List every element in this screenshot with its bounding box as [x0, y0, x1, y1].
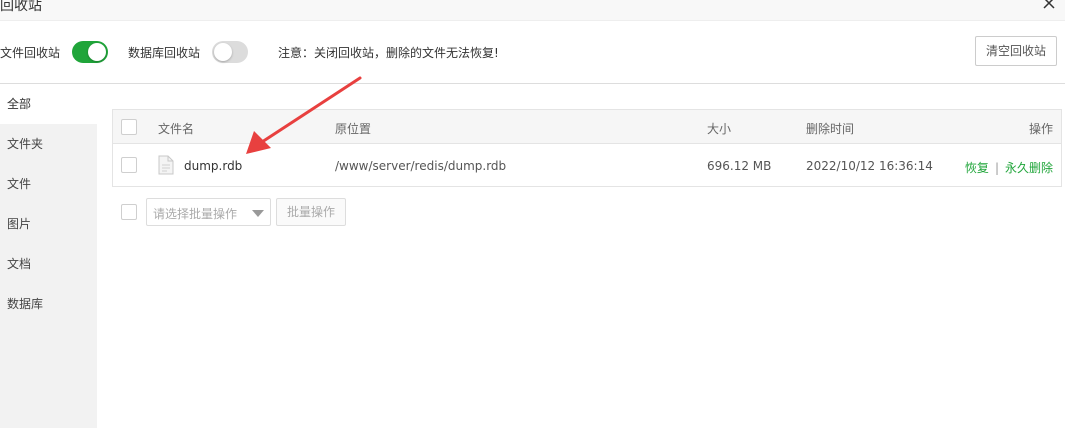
batch-operation-button[interactable]: 批量操作 — [276, 198, 346, 226]
table-row: dump.rdb /www/server/redis/dump.rdb 696.… — [113, 145, 1061, 186]
clear-recycle-button[interactable]: 清空回收站 — [975, 36, 1057, 66]
action-separator: | — [994, 161, 999, 175]
db-recycle-label: 数据库回收站 — [128, 46, 201, 60]
window-titlebar: 回收站 — [0, 0, 1065, 21]
sidebar-item-all[interactable]: 全部 — [0, 84, 97, 124]
row-actions: 恢复 | 永久删除 — [965, 159, 1053, 176]
file-recycle-label: 文件回收站 — [0, 46, 61, 60]
file-recycle-toggle[interactable] — [72, 41, 108, 63]
close-icon[interactable] — [1039, 0, 1059, 13]
file-delete-time: 2022/10/12 16:36:14 — [806, 159, 933, 173]
toggle-knob — [214, 43, 232, 61]
recycle-table: 文件名 原位置 大小 删除时间 操作 dump.rdb /www/server/… — [112, 109, 1062, 187]
recycle-notice: 注意：关闭回收站，删除的文件无法恢复! — [278, 46, 499, 60]
header-filename: 文件名 — [158, 122, 195, 136]
db-recycle-toggle[interactable] — [212, 41, 248, 63]
sidebar-item-image[interactable]: 图片 — [0, 204, 97, 244]
toggle-knob — [88, 43, 106, 61]
header-delete-time: 删除时间 — [806, 122, 855, 136]
header-size: 大小 — [707, 122, 732, 136]
header-location: 原位置 — [335, 122, 372, 136]
batch-operation-bar: 请选择批量操作 批量操作 — [112, 198, 412, 226]
batch-action-select[interactable]: 请选择批量操作 — [146, 198, 271, 226]
caret-down-icon — [252, 210, 264, 217]
window-title: 回收站 — [0, 0, 42, 14]
sidebar-item-database[interactable]: 数据库 — [0, 284, 97, 324]
sidebar-item-folder[interactable]: 文件夹 — [0, 124, 97, 164]
permanent-delete-link[interactable]: 永久删除 — [1005, 161, 1053, 175]
batch-select-placeholder: 请选择批量操作 — [153, 207, 238, 221]
header-actions: 操作 — [1028, 122, 1053, 136]
row-checkbox[interactable] — [121, 157, 137, 173]
restore-link[interactable]: 恢复 — [965, 161, 989, 175]
file-location: /www/server/redis/dump.rdb — [335, 159, 507, 173]
category-sidebar: 全部 文件夹 文件 图片 文档 数据库 — [0, 84, 97, 428]
file-size: 696.12 MB — [707, 159, 772, 173]
file-name[interactable]: dump.rdb — [184, 159, 242, 173]
batch-checkbox[interactable] — [121, 204, 137, 220]
file-icon — [158, 155, 174, 175]
sidebar-item-document[interactable]: 文档 — [0, 244, 97, 284]
recycle-toolbar: 文件回收站 数据库回收站 注意：关闭回收站，删除的文件无法恢复! 清空回收站 — [0, 22, 1065, 84]
select-all-checkbox[interactable] — [121, 119, 137, 135]
sidebar-item-file[interactable]: 文件 — [0, 164, 97, 204]
table-header: 文件名 原位置 大小 删除时间 操作 — [113, 110, 1061, 144]
